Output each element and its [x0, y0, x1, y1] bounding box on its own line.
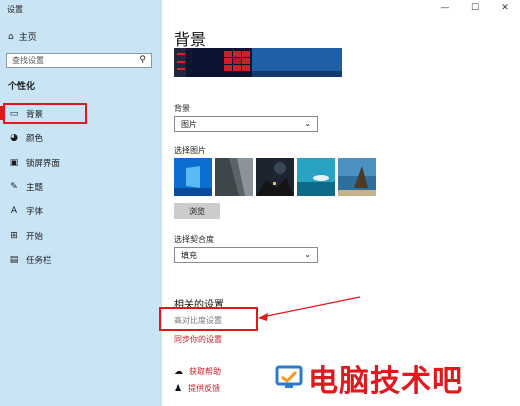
- get-help-label: 获取帮助: [189, 367, 221, 376]
- annotation-arrow: [258, 296, 361, 321]
- get-help-link[interactable]: ☁ 获取帮助: [174, 366, 221, 377]
- feedback-icon: ♟: [174, 383, 183, 394]
- feedback-label: 提供反馈: [188, 384, 221, 393]
- monitor-logo-icon: [275, 365, 303, 388]
- watermark: 电脑技术吧: [274, 356, 463, 400]
- help-icon: ☁: [174, 366, 183, 377]
- watermark-text: 电脑技术吧: [308, 364, 463, 399]
- feedback-link[interactable]: ♟ 提供反馈: [174, 383, 220, 394]
